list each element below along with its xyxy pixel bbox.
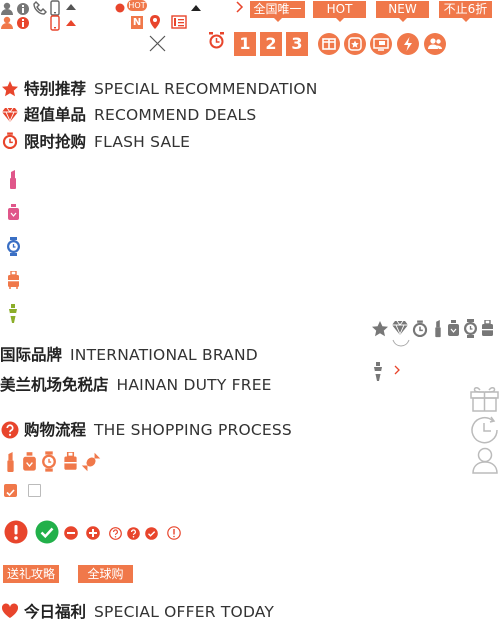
luggage-icon[interactable] bbox=[7, 271, 20, 289]
document-list-icon[interactable] bbox=[171, 15, 187, 29]
warning-large-icon bbox=[4, 520, 28, 544]
step-2[interactable]: 2 bbox=[260, 32, 282, 56]
tag-over-40-off: 不止6折 bbox=[439, 1, 492, 22]
arc-gray-icon bbox=[392, 339, 410, 347]
dot-icon bbox=[115, 3, 125, 13]
watch-orange-icon[interactable] bbox=[41, 451, 57, 472]
global-shopping-tag[interactable]: 全球购 bbox=[78, 565, 133, 583]
recommend-deals-cn: 超值单品 bbox=[24, 106, 87, 124]
question-filled-icon[interactable] bbox=[127, 527, 140, 540]
location-pin-icon[interactable] bbox=[149, 14, 161, 30]
lightning-round-icon[interactable] bbox=[397, 33, 419, 55]
lipstick-gray-icon[interactable] bbox=[434, 320, 442, 338]
star-round-icon[interactable] bbox=[344, 33, 366, 55]
candy-orange-icon[interactable] bbox=[81, 451, 101, 473]
question-outline-icon[interactable] bbox=[109, 527, 122, 540]
hainan-duty-free-en: HAINAN DUTY FREE bbox=[116, 376, 272, 394]
flash-sale-cn: 限时抢购 bbox=[24, 133, 87, 151]
chevron-right-icon[interactable] bbox=[236, 1, 244, 13]
international-brand-en: INTERNATIONAL BRAND bbox=[70, 346, 258, 364]
help-circle-icon bbox=[1, 421, 19, 439]
hot-badge: HOT bbox=[127, 0, 147, 11]
recommend-deals-en: RECOMMEND DEALS bbox=[94, 106, 257, 124]
close-icon[interactable] bbox=[149, 35, 166, 52]
gift-guide-tag[interactable]: 送礼攻略 bbox=[3, 565, 59, 583]
tag-national-only: 全国唯一 bbox=[250, 1, 305, 22]
lipstick-icon[interactable] bbox=[9, 170, 17, 190]
gift-box-round-icon[interactable] bbox=[318, 33, 340, 55]
new-n-badge: N bbox=[131, 16, 143, 29]
special-recommendation-heading: 特别推荐 SPECIAL RECOMMENDATION bbox=[24, 79, 318, 99]
international-brand-cn: 国际品牌 bbox=[0, 346, 63, 364]
user-info-icon[interactable] bbox=[1, 2, 31, 16]
star-icon bbox=[2, 81, 18, 97]
recommend-deals-heading: 超值单品 RECOMMEND DEALS bbox=[24, 105, 256, 125]
shopping-process-heading: 购物流程 THE SHOPPING PROCESS bbox=[24, 420, 292, 440]
lipstick-orange-icon[interactable] bbox=[6, 452, 15, 473]
caret-up-dark-icon[interactable] bbox=[191, 5, 201, 11]
luggage-gray-icon[interactable] bbox=[481, 320, 494, 338]
hainan-duty-free-cn: 美兰机场免税店 bbox=[0, 376, 109, 394]
flash-clock-icon bbox=[2, 132, 18, 150]
user-outline-icon[interactable] bbox=[471, 446, 499, 474]
shopping-process-cn: 购物流程 bbox=[24, 421, 87, 439]
perfume-icon[interactable] bbox=[7, 204, 20, 221]
exclamation-outline-icon[interactable] bbox=[167, 526, 181, 540]
heart-icon bbox=[1, 603, 19, 618]
liquor-bottle-gray-icon[interactable] bbox=[371, 362, 385, 382]
tag-hot: HOT bbox=[313, 1, 366, 22]
watch-icon[interactable] bbox=[6, 237, 21, 256]
tag-new: NEW bbox=[376, 1, 429, 22]
special-recommendation-cn: 特别推荐 bbox=[24, 80, 87, 98]
step-3[interactable]: 3 bbox=[286, 32, 308, 56]
checkbox-unchecked[interactable] bbox=[28, 484, 41, 497]
alarm-clock-icon[interactable] bbox=[207, 31, 226, 50]
phone-icon[interactable] bbox=[33, 1, 47, 15]
chevron-right-small-icon[interactable] bbox=[394, 365, 401, 375]
special-offer-today-en: SPECIAL OFFER TODAY bbox=[94, 603, 275, 621]
flash-sale-en: FLASH SALE bbox=[94, 133, 191, 151]
flash-sale-heading: 限时抢购 FLASH SALE bbox=[24, 132, 190, 152]
users-round-icon[interactable] bbox=[424, 33, 446, 55]
star-gray-icon[interactable] bbox=[371, 320, 389, 338]
clock-gray-icon[interactable] bbox=[411, 320, 429, 338]
hainan-duty-free-heading: 美兰机场免税店 HAINAN DUTY FREE bbox=[0, 375, 272, 395]
diamond-gray-icon[interactable] bbox=[391, 320, 409, 336]
check-filled-small-icon[interactable] bbox=[145, 527, 158, 540]
mobile-icon[interactable] bbox=[50, 0, 60, 16]
step-1[interactable]: 1 bbox=[234, 32, 256, 56]
check-success-icon bbox=[35, 520, 59, 544]
special-offer-today-heading: 今日福利 SPECIAL OFFER TODAY bbox=[24, 602, 274, 622]
monitor-round-icon[interactable] bbox=[370, 33, 392, 55]
plus-circle-icon[interactable] bbox=[86, 526, 100, 540]
perfume-orange-icon[interactable] bbox=[22, 452, 37, 472]
watch-gray-icon[interactable] bbox=[463, 319, 478, 338]
shopping-process-en: THE SHOPPING PROCESS bbox=[94, 421, 292, 439]
minus-circle-icon[interactable] bbox=[64, 526, 78, 540]
international-brand-heading: 国际品牌 INTERNATIONAL BRAND bbox=[0, 345, 258, 365]
checkbox-checked[interactable] bbox=[4, 484, 17, 497]
diamond-icon bbox=[2, 107, 18, 123]
luggage-orange-icon[interactable] bbox=[63, 452, 78, 472]
history-clock-outline-icon[interactable] bbox=[469, 415, 500, 445]
special-recommendation-en: SPECIAL RECOMMENDATION bbox=[94, 80, 318, 98]
special-offer-today-cn: 今日福利 bbox=[24, 603, 87, 621]
mobile-red-icon[interactable] bbox=[50, 15, 60, 31]
caret-up-icon[interactable] bbox=[66, 4, 76, 10]
user-info-red-icon[interactable] bbox=[1, 16, 31, 30]
caret-up-red-icon[interactable] bbox=[66, 20, 76, 26]
gift-outline-icon[interactable] bbox=[469, 382, 500, 413]
liquor-bottle-icon[interactable] bbox=[6, 304, 20, 324]
perfume-gray-icon[interactable] bbox=[447, 320, 460, 337]
